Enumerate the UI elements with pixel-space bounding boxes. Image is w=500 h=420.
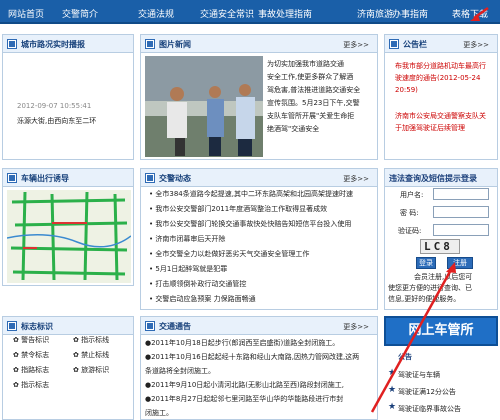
arrow-head bbox=[446, 262, 456, 273]
annotation-arrows bbox=[370, 6, 489, 413]
arrow-line bbox=[370, 267, 454, 413]
